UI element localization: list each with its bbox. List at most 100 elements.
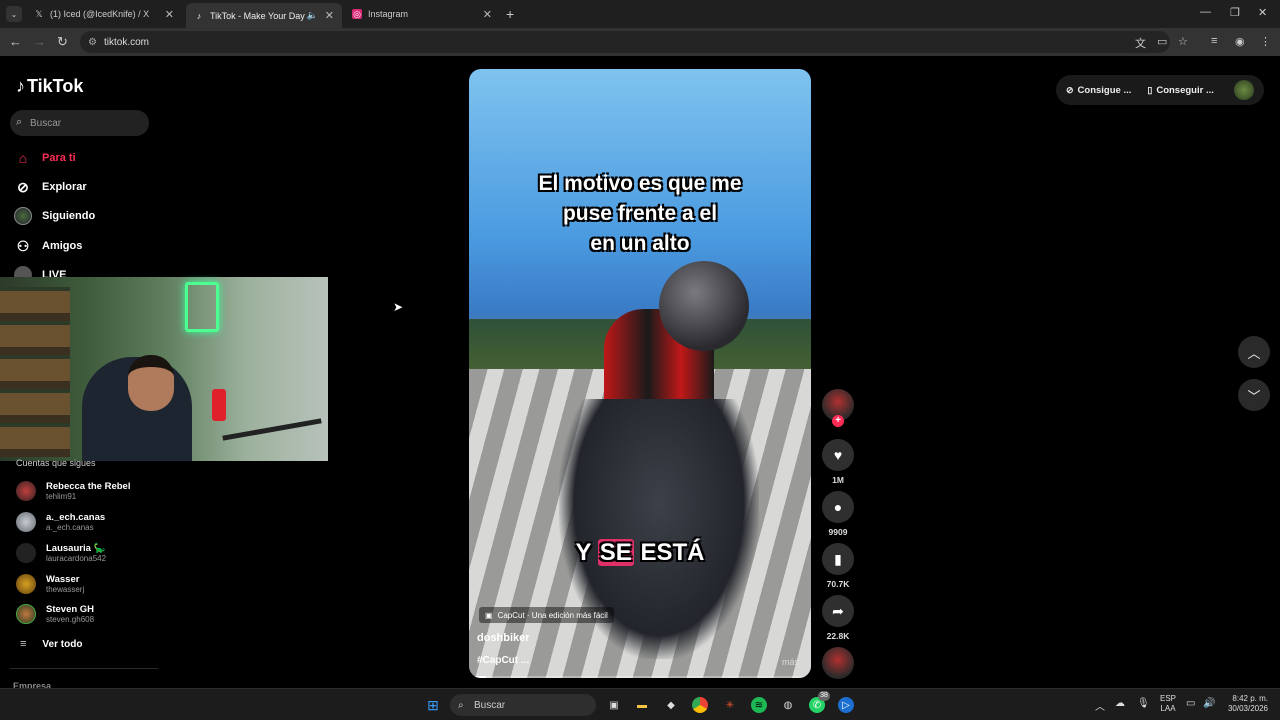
app-icon[interactable]: ▷ [838,697,854,713]
video-player[interactable]: El motivo es que me puse frente a el en … [469,69,811,678]
like-button[interactable]: ♥ 1M [821,439,855,485]
comment-count: 9909 [828,527,848,537]
speaker-icon[interactable]: 🔈 [307,10,318,21]
tray-chevron-icon[interactable]: ︿ [1095,698,1105,713]
spotify-icon[interactable]: ≋ [751,697,767,713]
share-icon: ➦ [822,595,854,627]
app-icon[interactable]: ◍ [780,697,796,713]
profile-avatar[interactable] [1234,80,1254,100]
new-tab-button[interactable]: + [506,6,514,22]
get-app-button[interactable]: ▯ Conseguir ... [1147,85,1214,96]
home-icon: ⌂ [18,150,28,166]
save-button[interactable]: ▮ 70.7K [821,543,855,589]
webcam-overlay [0,277,328,461]
share-count: 22.8K [826,631,850,641]
microphone-icon[interactable]: 🎙 [1137,698,1150,709]
minimize-icon[interactable]: — [1200,6,1211,18]
account-name: Steven GH [46,603,95,615]
sidebar-item-explorar[interactable]: ⊘ Explorar [14,178,87,196]
network-icon[interactable]: ▭ [1186,698,1195,709]
phone-icon: ▯ [1147,84,1153,95]
microphone-image [212,389,226,421]
mouse-cursor-icon: ➤ [393,300,404,314]
reading-list-icon[interactable]: ≡ [1211,35,1217,47]
following-account[interactable]: Rebecca the Rebel tehlim91 [16,479,130,503]
capcut-link[interactable]: ▣ CapCut · Una edición más fácil [479,607,614,623]
menu-kebab-icon[interactable]: ⋮ [1260,35,1271,48]
close-icon[interactable]: ✕ [325,9,334,22]
translate-icon[interactable]: 文 [1135,35,1146,51]
cast-icon[interactable]: ▭ [1157,35,1167,48]
following-account[interactable]: a._ech.canas a._ech.canas [16,510,105,534]
sidebar-item-label: Explorar [42,181,87,193]
language-indicator[interactable]: ESP LAA [1160,694,1176,714]
chrome-icon[interactable] [692,697,708,713]
lang-line: LAA [1160,704,1176,713]
get-coins-button[interactable]: ⊘ Consigue ... [1066,85,1131,96]
bookshelf-image [0,287,70,457]
video-subtitle: Y SE ESTÁ [469,539,811,567]
notification-badge: 38 [818,691,830,701]
tiktok-logo[interactable]: ♪ TikTok [16,76,83,97]
volume-icon[interactable]: 🔊 [1203,698,1215,709]
video-author[interactable]: doshbiker [477,632,530,644]
creator-avatar[interactable]: + [821,389,855,427]
top-right-actions: ⊘ Consigue ... ▯ Conseguir ... [1056,75,1264,105]
tiktok-icon: ♪ [196,10,202,21]
close-icon[interactable]: ✕ [483,8,492,21]
bookmark-star-icon[interactable]: ☆ [1178,35,1188,48]
tab-label: TikTok - Make Your Day [210,10,305,21]
account-handle: steven.gh608 [46,614,95,624]
profile-icon[interactable]: ◉ [1235,35,1245,48]
alien-app-icon[interactable]: ◆ [663,697,679,713]
get-coins-label: Consigue ... [1077,84,1132,96]
caption-line: puse frente a el [562,202,718,225]
next-video-button[interactable]: ﹀ [1238,379,1270,411]
onedrive-icon[interactable]: ☁ [1115,698,1125,709]
comment-button[interactable]: ● 9909 [821,491,855,537]
clock-date: 30/03/2026 [1227,704,1268,713]
video-progress[interactable] [469,676,811,678]
sidebar-item-label: Siguiendo [42,210,96,222]
music-disc-icon [822,647,854,679]
subtitle-text: Y [575,539,598,566]
file-explorer-icon[interactable]: ▬ [634,697,650,713]
follow-plus-icon[interactable]: + [832,415,844,427]
system-clock[interactable]: 8:42 p. m. 30/03/2026 [1226,694,1268,714]
following-account[interactable]: Steven GH steven.gh608 [16,602,94,626]
tab-search-icon[interactable]: ⌄ [6,6,22,22]
search-input[interactable]: ⌕ Buscar [10,110,149,136]
task-view-icon[interactable]: ▣ [606,697,622,713]
tab-x[interactable]: 𝕏 (1) Iced (@IcedKnife) / X ✕ [26,3,182,25]
avatar [16,604,36,624]
window-close-icon[interactable]: ✕ [1258,6,1267,19]
restore-icon[interactable]: ❐ [1230,6,1240,19]
avatar [16,574,36,594]
url-field[interactable]: ⚙ tiktok.com [80,31,1170,53]
following-account[interactable]: Lausauria 🦕 lauracardona542 [16,541,106,565]
following-account[interactable]: Wasser thewasserj [16,572,84,596]
taskbar-search[interactable]: ⌕ Buscar [450,694,596,716]
video-tags[interactable]: #CapCut ... [477,655,529,666]
see-all-label: Ver todo [42,638,83,650]
sidebar-item-siguiendo[interactable]: Siguiendo [14,207,95,225]
windows-start-icon[interactable]: ⊞ [425,697,441,713]
asterisk-app-icon[interactable]: ✳ [722,697,738,713]
sidebar-item-amigos[interactable]: ⚇ Amigos [14,237,83,255]
see-all-link[interactable]: ≡ Ver todo [20,638,82,650]
more-link[interactable]: más [782,657,799,667]
forward-icon[interactable]: → [33,34,46,49]
site-info-icon[interactable]: ⚙ [88,37,97,48]
previous-video-button[interactable]: ︿ [1238,336,1270,368]
close-icon[interactable]: ✕ [165,8,174,21]
back-icon[interactable]: ← [9,34,22,49]
following-icon [14,207,32,225]
reload-icon[interactable]: ↻ [57,34,68,50]
sidebar-item-para-ti[interactable]: ⌂ Para ti [14,149,76,167]
tab-instagram[interactable]: ◎ Instagram ✕ [344,3,500,25]
music-disc[interactable] [821,647,855,679]
save-count: 70.7K [826,579,850,589]
tab-tiktok[interactable]: ♪ TikTok - Make Your Day 🔈 ✕ [186,3,342,28]
friends-icon: ⚇ [16,237,30,254]
share-button[interactable]: ➦ 22.8K [821,595,855,641]
